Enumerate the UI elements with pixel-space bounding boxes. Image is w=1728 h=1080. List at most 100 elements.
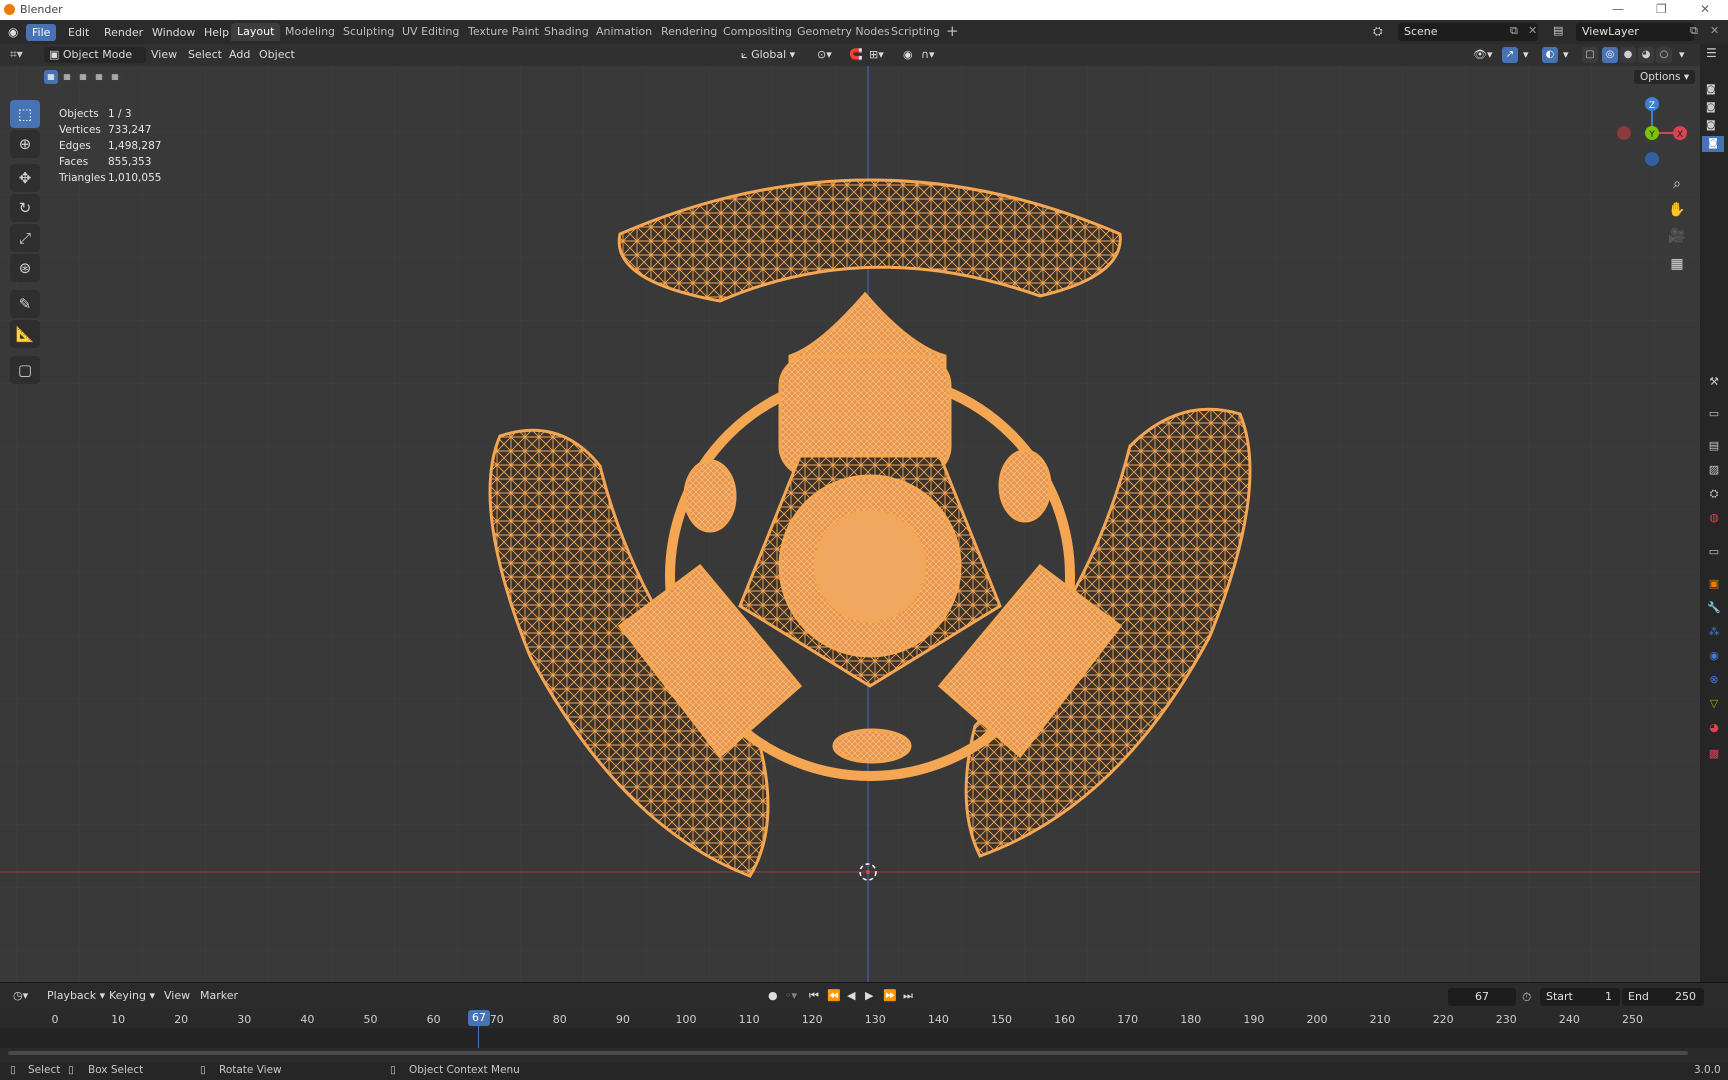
render-properties-icon[interactable]: ▭ (1706, 406, 1722, 422)
mode-dropdown[interactable]: ▣ Object Mode ▾ (44, 47, 146, 77)
menu-edit[interactable]: Edit (62, 24, 95, 41)
overlay-toggle-icon[interactable]: ◐ (1542, 47, 1558, 63)
solid-shading-icon[interactable]: ● (1620, 47, 1636, 63)
tab-texture-paint[interactable]: Texture Paint (462, 23, 545, 41)
options-dropdown[interactable]: Options ▾ (1634, 70, 1696, 84)
menu-playback[interactable]: Playback ▾ (42, 988, 110, 1004)
playhead-frame-label[interactable]: 67 (468, 1010, 490, 1026)
menu-file[interactable]: File (26, 24, 57, 41)
menu-view[interactable]: View (146, 47, 182, 63)
menu-help[interactable]: Help (198, 24, 235, 41)
ortho-toggle-icon[interactable]: ▦ (1665, 252, 1689, 276)
zoom-view-icon[interactable]: ⌕ (1665, 172, 1689, 196)
select-intersect-icon[interactable]: ▦ (108, 70, 122, 84)
snap-target-icon[interactable]: ⊞▾ (864, 47, 889, 63)
select-invert-icon[interactable]: ▦ (92, 70, 106, 84)
rotate-tool-icon[interactable]: ↻ (10, 194, 40, 222)
view-layer-properties-icon[interactable]: ▨ (1706, 462, 1722, 478)
data-properties-icon[interactable]: ▽ (1706, 696, 1722, 712)
preview-range-icon[interactable]: ⏱ (1522, 990, 1531, 1005)
outliner-editor-icon[interactable]: ☰ (1706, 46, 1717, 60)
new-scene-icon[interactable]: ⧉ (1510, 24, 1518, 38)
camera-icon-1[interactable]: ◙ (1706, 84, 1716, 95)
select-mode-buttons[interactable]: ▦ ▦ ▦ ▦ ▦ (44, 70, 128, 84)
end-frame-field[interactable]: End 250 (1622, 988, 1704, 1006)
new-view-layer-icon[interactable]: ⧉ (1690, 24, 1698, 38)
measure-tool-icon[interactable]: 📐 (10, 320, 40, 348)
view-layer-icon[interactable]: ▤ (1553, 24, 1563, 37)
falloff-icon[interactable]: ∩▾ (916, 47, 940, 63)
select-box-tool-icon[interactable]: ⬚ (10, 100, 40, 128)
pan-view-icon[interactable]: ✋ (1665, 198, 1689, 222)
wireframe-shading-icon[interactable]: ◎ (1602, 47, 1618, 63)
tab-geometry-nodes[interactable]: Geometry Nodes (791, 23, 896, 41)
xray-icon[interactable]: ▢ (1582, 47, 1598, 63)
camera-icon-2[interactable]: ◙ (1706, 102, 1716, 113)
transform-orientation-dropdown[interactable]: ⟀ Global ▾ (736, 47, 800, 63)
delete-view-layer-icon[interactable]: ✕ (1710, 24, 1719, 37)
jump-end-icon[interactable]: ⏭ (898, 988, 918, 1004)
restore-icon[interactable]: ❐ (1656, 2, 1667, 16)
physics-properties-icon[interactable]: ◉ (1706, 648, 1722, 664)
timeline-scrollbar[interactable] (0, 1048, 1728, 1058)
material-shading-icon[interactable]: ◕ (1638, 47, 1654, 63)
add-cube-tool-icon[interactable]: ▢ (10, 356, 40, 384)
gizmo-toggle-icon[interactable]: ↗ (1502, 47, 1518, 63)
select-subtract-icon[interactable]: ▦ (76, 70, 90, 84)
material-properties-icon[interactable]: ◕ (1706, 720, 1722, 736)
minimize-icon[interactable]: — (1612, 2, 1624, 16)
output-properties-icon[interactable]: ▤ (1706, 438, 1722, 454)
jump-start-icon[interactable]: ⏮ (804, 988, 824, 1004)
tab-layout[interactable]: Layout (231, 23, 281, 41)
world-properties-icon[interactable]: ◍ (1706, 510, 1722, 526)
menu-render[interactable]: Render (98, 24, 149, 41)
timeline-scroll-thumb[interactable] (8, 1051, 1688, 1055)
collection-properties-icon[interactable]: ▭ (1706, 544, 1722, 560)
3d-viewport[interactable]: ▦ ▦ ▦ ▦ ▦ Options ▾ ⬚ ⊕ ✥ ↻ ⤢ ⊛ ✎ 📐 ▢ Ob… (0, 66, 1700, 982)
visibility-icon[interactable]: 👁▾ (1468, 47, 1498, 63)
shading-dropdown-icon[interactable]: ▾ (1674, 47, 1690, 63)
blender-menu-icon[interactable]: ◉ (8, 25, 18, 39)
annotate-tool-icon[interactable]: ✎ (10, 290, 40, 318)
pivot-point-icon[interactable]: ⊙▾ (812, 47, 837, 63)
texture-properties-icon[interactable]: ▩ (1706, 746, 1722, 762)
move-tool-icon[interactable]: ✥ (10, 164, 40, 192)
properties-tool-icon[interactable]: ⚒ (1706, 374, 1722, 390)
start-frame-field[interactable]: Start 1 (1540, 988, 1620, 1006)
timeline-editor-type-icon[interactable]: ◷▾ (8, 988, 33, 1004)
navigation-gizmo[interactable]: Z Y X (1610, 90, 1690, 170)
keying-set-icon[interactable]: ◦▾ (780, 988, 802, 1004)
gizmo-dropdown-icon[interactable]: ▾ (1518, 47, 1534, 63)
add-workspace-icon[interactable]: + (946, 22, 959, 40)
select-new-icon[interactable]: ▦ (44, 70, 58, 84)
tab-sculpting[interactable]: Sculpting (337, 23, 400, 41)
menu-add[interactable]: Add (224, 47, 255, 63)
editor-type-icon[interactable]: ⌗▾ (10, 47, 23, 62)
menu-timeline-view[interactable]: View (159, 988, 195, 1004)
constraints-properties-icon[interactable]: ⊗ (1706, 672, 1722, 688)
rendered-shading-icon[interactable]: ○ (1656, 47, 1672, 63)
menu-keying[interactable]: Keying ▾ (104, 988, 160, 1004)
tab-uv-editing[interactable]: UV Editing (396, 23, 465, 41)
view-layer-field[interactable]: ViewLayer (1576, 23, 1694, 41)
scene-properties-icon[interactable]: ⛭ (1706, 486, 1722, 502)
cursor-tool-icon[interactable]: ⊕ (10, 130, 40, 158)
tab-rendering[interactable]: Rendering (655, 23, 723, 41)
camera-icon-active[interactable]: ◙ (1702, 136, 1724, 152)
select-extend-icon[interactable]: ▦ (60, 70, 74, 84)
camera-icon-3[interactable]: ◙ (1706, 120, 1716, 131)
menu-select[interactable]: Select (183, 47, 227, 63)
close-icon[interactable]: ✕ (1700, 2, 1710, 16)
tab-compositing[interactable]: Compositing (717, 23, 798, 41)
scene-icon[interactable]: ⛭ (1373, 24, 1383, 39)
proportional-edit-icon[interactable]: ◉ (898, 47, 918, 63)
particles-properties-icon[interactable]: ⁂ (1706, 624, 1722, 640)
tab-shading[interactable]: Shading (538, 23, 595, 41)
scale-tool-icon[interactable]: ⤢ (10, 224, 40, 252)
current-frame-field[interactable]: 67 (1448, 988, 1516, 1006)
object-properties-icon[interactable]: ▣ (1706, 576, 1722, 592)
delete-scene-icon[interactable]: ✕ (1528, 24, 1537, 37)
menu-window[interactable]: Window (146, 24, 201, 41)
menu-object[interactable]: Object (254, 47, 300, 63)
tab-modeling[interactable]: Modeling (279, 23, 341, 41)
